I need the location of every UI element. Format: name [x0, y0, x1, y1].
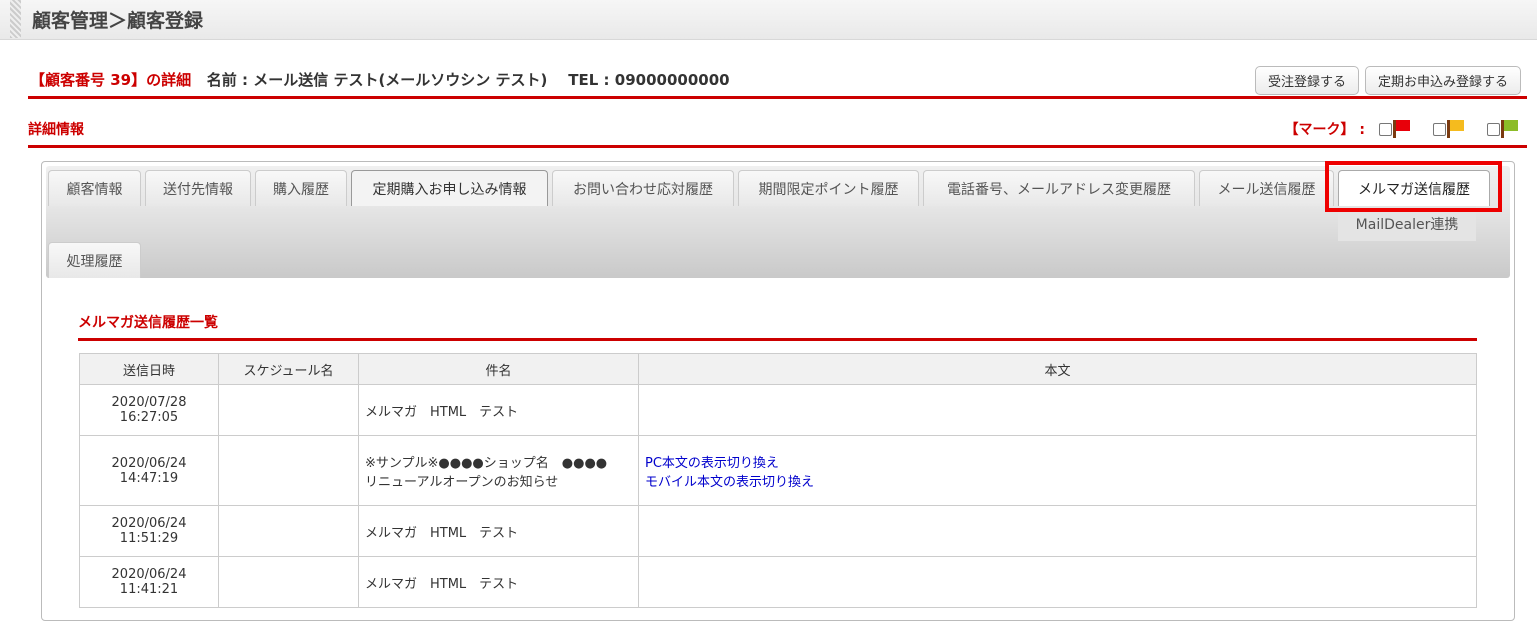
tab-maildealer[interactable]: MailDealer連携: [1338, 206, 1476, 241]
subject: メルマガ HTML テスト: [358, 556, 639, 608]
schedule: [218, 435, 359, 506]
subscription-register-button[interactable]: 定期お申込み登録する: [1364, 66, 1521, 95]
body: [638, 556, 1477, 608]
tab-limited-points[interactable]: 期間限定ポイント履歴: [738, 170, 919, 206]
red-flag-icon: [1393, 120, 1411, 138]
divider: [78, 338, 1477, 341]
mark-yellow-checkbox[interactable]: [1433, 122, 1446, 136]
tab-process-history[interactable]: 処理履歴: [48, 242, 141, 278]
mark-red-checkbox[interactable]: [1379, 122, 1392, 136]
mobile-body-toggle-link[interactable]: モバイル本文の表示切り換え: [645, 471, 1470, 490]
header-stripe: [10, 0, 21, 38]
body: [638, 384, 1477, 436]
tab-mailmagazine-history[interactable]: メルマガ送信履歴: [1338, 170, 1490, 206]
table-row: 2020/06/24 11:41:21 メルマガ HTML テスト: [79, 556, 1477, 608]
subject: メルマガ HTML テスト: [358, 505, 639, 557]
schedule: [218, 505, 359, 557]
sent-at: 2020/06/24 11:41:21: [79, 556, 219, 608]
tab-shipping-info[interactable]: 送付先情報: [145, 170, 251, 206]
col-subject: 件名: [358, 353, 639, 385]
green-flag-icon: [1501, 120, 1519, 138]
sent-at: 2020/06/24 11:51:29: [79, 505, 219, 557]
customer-number: 【顧客番号 39】の詳細: [30, 71, 192, 89]
sent-at: 2020/06/24 14:47:19: [79, 435, 219, 506]
order-register-button[interactable]: 受注登録する: [1254, 66, 1359, 95]
tab-inquiry-history[interactable]: お問い合わせ応対履歴: [552, 170, 734, 206]
tab-contact-change-history[interactable]: 電話番号、メールアドレス変更履歴: [923, 170, 1195, 206]
schedule: [218, 384, 359, 436]
yellow-flag-icon: [1447, 120, 1465, 138]
mark-selector: 【マーク】 :: [1285, 119, 1519, 139]
divider: [28, 96, 1527, 99]
mailmagazine-history-table: 送信日時 スケジュール名 件名 本文 2020/07/28 16:27:05 メル…: [79, 353, 1477, 608]
tab-purchase-history[interactable]: 購入履歴: [255, 170, 347, 206]
tab-mail-history[interactable]: メール送信履歴: [1199, 170, 1334, 206]
customer-tel: TEL : 09000000000: [568, 71, 730, 89]
schedule: [218, 556, 359, 608]
body: PC本文の表示切り換え モバイル本文の表示切り換え: [638, 435, 1477, 506]
subject: メルマガ HTML テスト: [358, 384, 639, 436]
mark-green-checkbox[interactable]: [1487, 122, 1500, 136]
table-row: 2020/06/24 14:47:19 ※サンプル※●●●●ショップ名 ●●●● …: [79, 435, 1477, 506]
mark-label: 【マーク】 :: [1284, 122, 1365, 138]
customer-name: 名前 : メール送信 テスト(メールソウシン テスト): [206, 71, 548, 89]
page-header: 顧客管理＞顧客登録: [0, 0, 1537, 40]
pc-body-toggle-link[interactable]: PC本文の表示切り換え: [645, 452, 1470, 471]
col-body: 本文: [638, 353, 1477, 385]
divider: [28, 145, 1527, 148]
customer-summary: 【顧客番号 39】の詳細 名前 : メール送信 テスト(メールソウシン テスト)…: [30, 69, 730, 90]
sent-at: 2020/07/28 16:27:05: [79, 384, 219, 436]
body: [638, 505, 1477, 557]
details-heading: 詳細情報: [28, 122, 84, 138]
tab-customer-info[interactable]: 顧客情報: [48, 170, 141, 206]
tab-subscription-info[interactable]: 定期購入お申し込み情報: [351, 170, 548, 206]
page-title: 顧客管理＞顧客登録: [32, 10, 204, 32]
table-row: 2020/07/28 16:27:05 メルマガ HTML テスト: [79, 384, 1477, 436]
subject: ※サンプル※●●●●ショップ名 ●●●● リニューアルオープンのお知らせ: [358, 435, 639, 506]
col-sent-at: 送信日時: [79, 353, 219, 385]
col-schedule: スケジュール名: [218, 353, 359, 385]
table-row: 2020/06/24 11:51:29 メルマガ HTML テスト: [79, 505, 1477, 557]
list-title: メルマガ送信履歴一覧: [78, 315, 218, 331]
